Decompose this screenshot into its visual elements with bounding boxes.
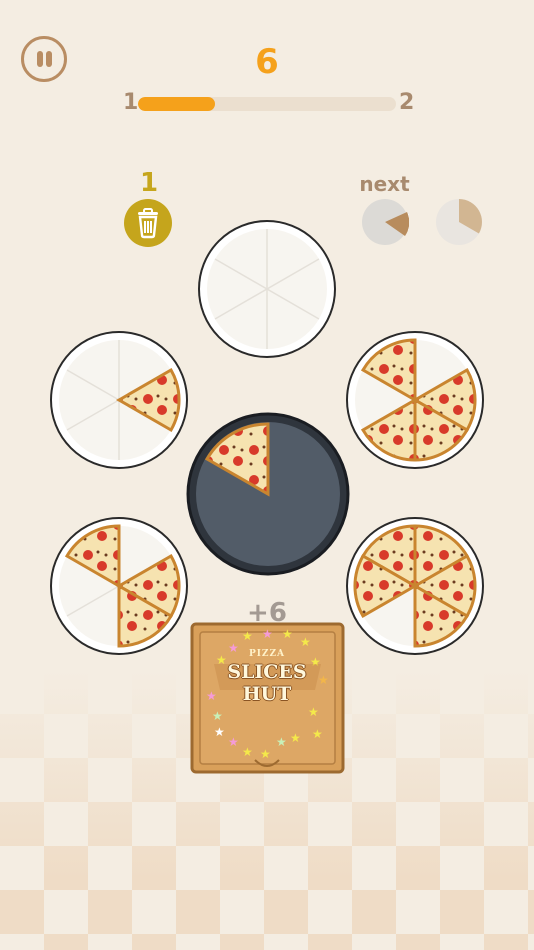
- svg-text:★: ★: [214, 725, 225, 739]
- level-progress-bar: [138, 97, 396, 111]
- svg-text:★: ★: [242, 629, 253, 643]
- center-pan[interactable]: [186, 412, 350, 576]
- pizza-box-logo-top: PIZZA: [248, 649, 286, 659]
- score: 6: [255, 42, 279, 82]
- svg-text:★: ★: [262, 627, 273, 641]
- plate-right[interactable]: [346, 331, 484, 469]
- svg-text:★: ★: [282, 627, 293, 641]
- pizza-box-logo-name: SLICES HUT: [227, 661, 307, 705]
- svg-text:★: ★: [308, 705, 319, 719]
- next-level: 2: [399, 90, 415, 115]
- trash-button[interactable]: [124, 199, 172, 247]
- svg-text:★: ★: [242, 745, 253, 759]
- pizza-box-logo: PIZZA SLICES HUT: [214, 649, 320, 705]
- svg-text:★: ★: [276, 735, 287, 749]
- plate-bottom-left[interactable]: [50, 517, 188, 655]
- svg-text:★: ★: [312, 727, 323, 741]
- trash-icon: [138, 208, 158, 239]
- svg-text:★: ★: [228, 735, 239, 749]
- svg-text:★: ★: [290, 731, 301, 745]
- svg-text:★: ★: [260, 747, 271, 761]
- next-piece-2: [436, 199, 482, 245]
- next-piece-1: [362, 199, 409, 245]
- plate-bottom-right[interactable]: [346, 517, 484, 655]
- plate-top[interactable]: [198, 220, 336, 358]
- plate-left[interactable]: [50, 331, 188, 469]
- svg-text:★: ★: [212, 709, 223, 723]
- svg-text:★: ★: [300, 635, 311, 649]
- level-progress-fill: [138, 97, 216, 111]
- current-level: 1: [123, 90, 139, 115]
- trash-count: 1: [139, 168, 159, 198]
- next-label: next: [359, 172, 410, 196]
